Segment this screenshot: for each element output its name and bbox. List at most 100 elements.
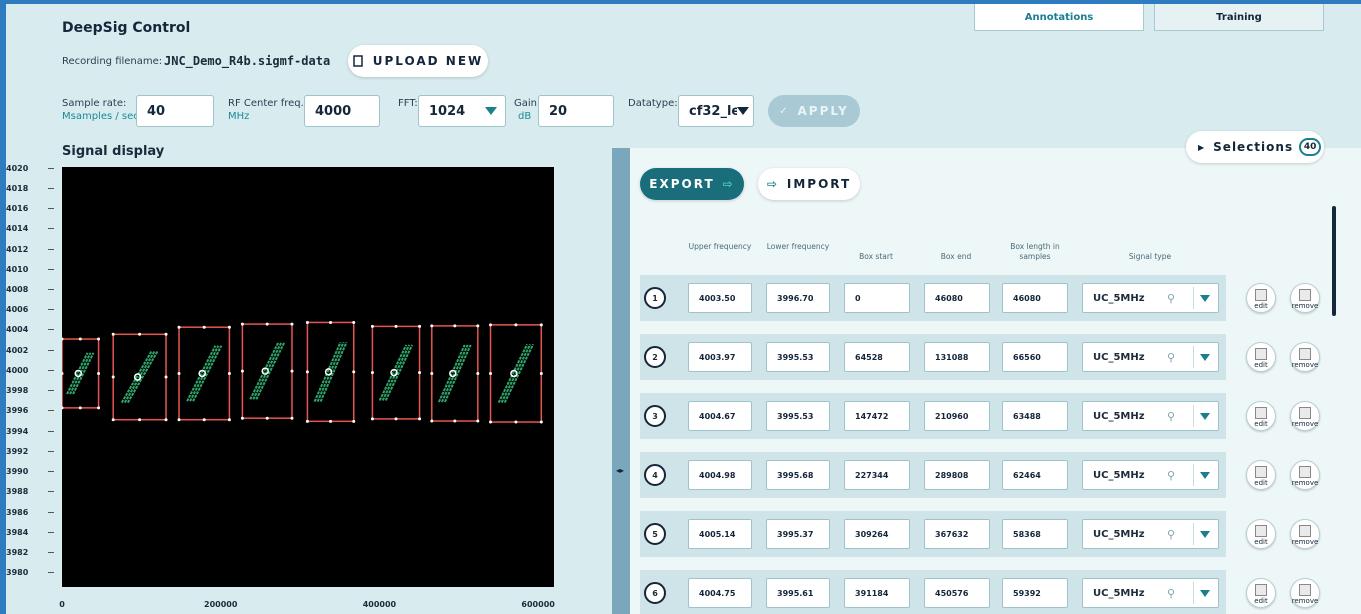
signal-type-select[interactable]: UC_5MHz ⚲ xyxy=(1082,519,1219,549)
fft-select[interactable]: 1024 xyxy=(418,95,506,127)
edit-label: edit xyxy=(1254,538,1268,546)
export-button[interactable]: EXPORT ⇨ xyxy=(640,168,744,200)
edit-button[interactable]: edit xyxy=(1246,401,1276,431)
cell-end[interactable]: 46080 xyxy=(924,283,990,313)
cell-upper[interactable]: 4003.50 xyxy=(688,283,752,313)
cell-end[interactable]: 367632 xyxy=(924,519,990,549)
cell-upper[interactable]: 4004.67 xyxy=(688,401,752,431)
signal-spectrogram[interactable] xyxy=(60,167,554,587)
signal-streak xyxy=(316,341,345,402)
resize-handle xyxy=(97,337,101,341)
cell-lower[interactable]: 3995.68 xyxy=(766,460,830,490)
annotation-box[interactable] xyxy=(240,322,294,420)
cell-length[interactable]: 62464 xyxy=(1002,460,1068,490)
upload-new-button[interactable]: UPLOAD NEW xyxy=(348,45,488,77)
signal-type-select[interactable]: UC_5MHz ⚲ xyxy=(1082,578,1219,608)
cell-length[interactable]: 58368 xyxy=(1002,519,1068,549)
cell-length[interactable]: 66560 xyxy=(1002,342,1068,372)
annotation-box[interactable] xyxy=(60,337,101,410)
cell-upper[interactable]: 4004.98 xyxy=(688,460,752,490)
cell-end[interactable]: 210960 xyxy=(924,401,990,431)
remove-icon xyxy=(1299,348,1311,360)
signal-streak xyxy=(255,342,285,400)
edit-label: edit xyxy=(1254,597,1268,605)
edit-button[interactable]: edit xyxy=(1246,519,1276,549)
remove-icon xyxy=(1299,584,1311,596)
search-icon[interactable]: ⚲ xyxy=(1167,469,1187,482)
cell-end[interactable]: 450576 xyxy=(924,578,990,608)
cell-length[interactable]: 46080 xyxy=(1002,283,1068,313)
cell-end[interactable]: 131088 xyxy=(924,342,990,372)
remove-button[interactable]: remove xyxy=(1290,519,1320,549)
cell-length[interactable]: 63488 xyxy=(1002,401,1068,431)
cell-start[interactable]: 147472 xyxy=(844,401,910,431)
edit-button[interactable]: edit xyxy=(1246,460,1276,490)
cell-lower[interactable]: 3995.53 xyxy=(766,342,830,372)
annotation-box[interactable] xyxy=(177,325,231,422)
y-tick-label: 4016 xyxy=(6,204,54,214)
search-icon[interactable]: ⚲ xyxy=(1167,351,1187,364)
cell-end[interactable]: 289808 xyxy=(924,460,990,490)
cell-start[interactable]: 0 xyxy=(844,283,910,313)
cell-lower[interactable]: 3996.70 xyxy=(766,283,830,313)
y-tick-mark xyxy=(48,309,54,311)
tab-training[interactable]: Training xyxy=(1154,4,1324,31)
remove-button[interactable]: remove xyxy=(1290,283,1320,313)
cell-upper[interactable]: 4005.14 xyxy=(688,519,752,549)
datatype-select[interactable]: cf32_le xyxy=(678,95,754,127)
annotation-box[interactable] xyxy=(430,324,480,423)
center-freq-input[interactable]: 4000 xyxy=(304,95,380,127)
resize-handle xyxy=(202,418,206,422)
remove-button[interactable]: remove xyxy=(1290,401,1320,431)
remove-button[interactable]: remove xyxy=(1290,578,1320,608)
resize-handle xyxy=(60,337,64,341)
signal-streak xyxy=(186,345,217,402)
annotation-box[interactable] xyxy=(489,323,543,424)
cell-lower[interactable]: 3995.37 xyxy=(766,519,830,549)
gain-input[interactable]: 20 xyxy=(538,95,614,127)
edit-button[interactable]: edit xyxy=(1246,578,1276,608)
import-button[interactable]: ⇨ IMPORT xyxy=(758,168,860,200)
cell-start[interactable]: 227344 xyxy=(844,460,910,490)
cell-upper[interactable]: 4003.97 xyxy=(688,342,752,372)
signal-type-select[interactable]: UC_5MHz ⚲ xyxy=(1082,283,1219,313)
search-icon[interactable]: ⚲ xyxy=(1167,528,1187,541)
annotation-box[interactable] xyxy=(370,324,422,421)
cell-start[interactable]: 391184 xyxy=(844,578,910,608)
remove-button[interactable]: remove xyxy=(1290,460,1320,490)
edit-button[interactable]: edit xyxy=(1246,283,1276,313)
selections-toggle[interactable]: ▶ Selections 40 xyxy=(1186,131,1324,163)
search-icon[interactable]: ⚲ xyxy=(1167,587,1187,600)
signal-type-select[interactable]: UC_5MHz ⚲ xyxy=(1082,401,1219,431)
signal-type-value: UC_5MHz xyxy=(1093,587,1145,599)
panel-resize-handle[interactable]: ◂▸ xyxy=(612,148,630,614)
search-icon[interactable]: ⚲ xyxy=(1167,410,1187,423)
annotation-box[interactable] xyxy=(111,332,168,422)
signal-type-select[interactable]: UC_5MHz ⚲ xyxy=(1082,342,1219,372)
remove-button[interactable]: remove xyxy=(1290,342,1320,372)
scrollbar-thumb[interactable] xyxy=(1332,206,1336,316)
edit-button[interactable]: edit xyxy=(1246,342,1276,372)
resize-handle xyxy=(329,320,333,324)
cell-lower[interactable]: 3995.53 xyxy=(766,401,830,431)
signal-streak xyxy=(120,350,153,404)
resize-handle xyxy=(227,325,231,329)
annotation-box[interactable] xyxy=(305,320,356,423)
resize-handle xyxy=(290,322,294,326)
cell-length[interactable]: 59392 xyxy=(1002,578,1068,608)
cell-lower[interactable]: 3995.61 xyxy=(766,578,830,608)
signal-type-select[interactable]: UC_5MHz ⚲ xyxy=(1082,460,1219,490)
search-icon[interactable]: ⚲ xyxy=(1167,292,1187,305)
signal-streak xyxy=(319,341,348,402)
sample-rate-input[interactable]: 40 xyxy=(136,95,214,127)
cell-start[interactable]: 64528 xyxy=(844,342,910,372)
cell-upper[interactable]: 4004.75 xyxy=(688,578,752,608)
apply-button[interactable]: ✓ APPLY xyxy=(768,95,860,127)
y-tick-text: 4002 xyxy=(6,345,29,355)
cell-start[interactable]: 309264 xyxy=(844,519,910,549)
selections-count-badge: 40 xyxy=(1299,138,1322,156)
edit-icon xyxy=(1255,407,1267,419)
tab-annotations[interactable]: Annotations xyxy=(974,4,1144,31)
arrow-right-icon: ⇨ xyxy=(766,177,779,191)
signal-streak xyxy=(444,344,472,403)
